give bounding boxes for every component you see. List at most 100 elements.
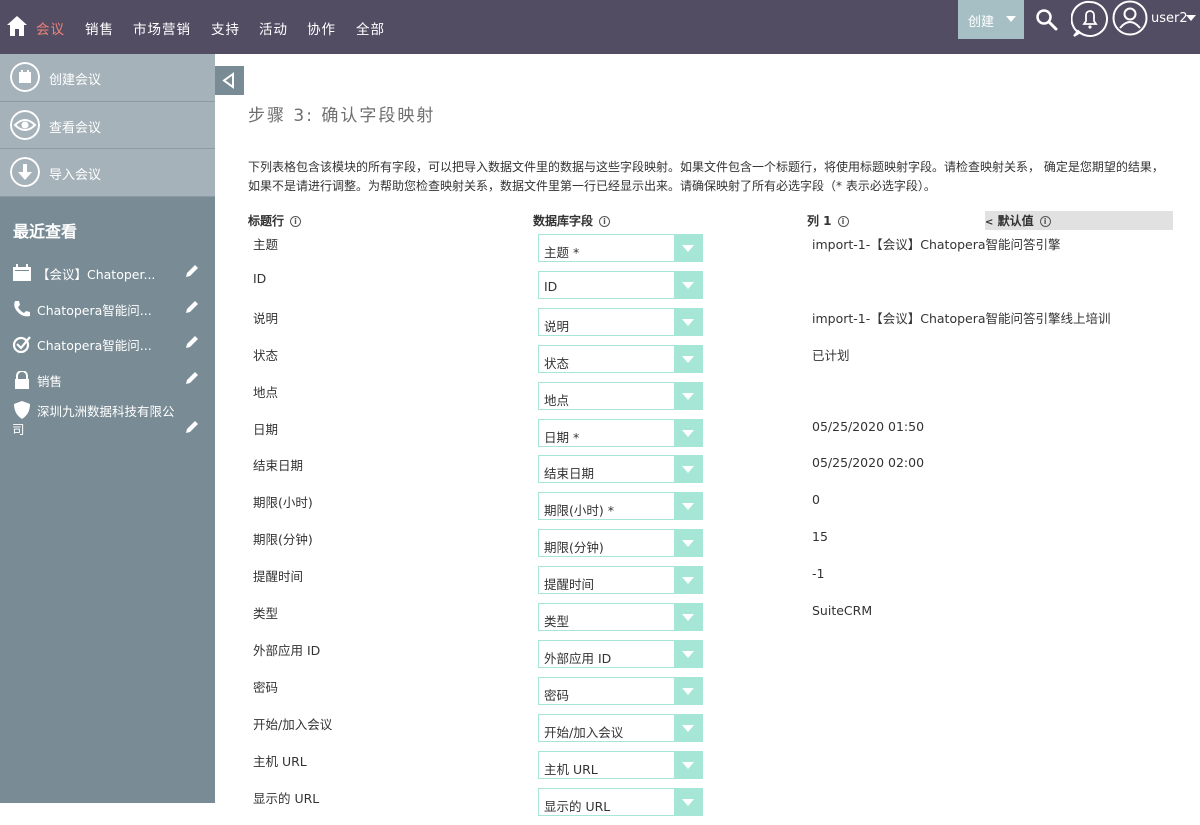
- db-field-select-value: 说明: [544, 318, 570, 334]
- db-field-select[interactable]: 主机 URL: [538, 750, 703, 779]
- column-header-label: 列 1: [807, 214, 832, 228]
- user-avatar-icon[interactable]: [1112, 0, 1148, 36]
- search-icon[interactable]: [1035, 8, 1059, 32]
- chevron-down-icon[interactable]: [674, 567, 702, 594]
- download-icon: [10, 157, 40, 187]
- view-meetings-label: 查看会议: [49, 120, 102, 136]
- user-name[interactable]: user2: [1151, 11, 1188, 26]
- recent-item[interactable]: Chatopera智能问...: [0, 294, 215, 324]
- recent-item[interactable]: 销售: [0, 365, 215, 395]
- chevron-down-icon[interactable]: [674, 419, 702, 446]
- chevron-down-icon[interactable]: [674, 788, 702, 815]
- db-field-select[interactable]: 状态: [538, 344, 703, 373]
- chevron-down-icon[interactable]: [674, 382, 702, 409]
- db-field-select[interactable]: 期限(分钟): [538, 529, 703, 558]
- header-row-label: 期限(分钟): [253, 532, 313, 548]
- chevron-down-icon[interactable]: [674, 751, 702, 778]
- chevron-down-icon[interactable]: [674, 640, 702, 667]
- pencil-icon[interactable]: [184, 334, 200, 350]
- db-field-select[interactable]: 外部应用 ID: [538, 639, 703, 668]
- column-header-label: 标题行: [248, 214, 285, 228]
- chevron-down-icon[interactable]: [674, 493, 702, 520]
- db-field-select[interactable]: 主题 *: [538, 234, 703, 262]
- recent-item[interactable]: Chatopera智能问...: [0, 329, 215, 359]
- collapse-sidebar-button[interactable]: [215, 66, 244, 95]
- nav-item-support[interactable]: 支持: [211, 18, 240, 38]
- chevron-down-icon[interactable]: [1186, 15, 1196, 21]
- header-row-label: 类型: [253, 606, 279, 621]
- pencil-icon[interactable]: [184, 263, 200, 279]
- table-row: 状态 状态 已计划: [215, 344, 1200, 382]
- create-meeting-action[interactable]: 创建会议: [0, 54, 215, 102]
- table-row: 类型 类型 SuiteCRM: [215, 603, 1200, 640]
- db-field-select[interactable]: 期限(小时) *: [538, 492, 703, 521]
- db-field-select[interactable]: 地点: [538, 381, 703, 410]
- info-icon[interactable]: i: [1039, 216, 1051, 227]
- header-row-label: 地点: [253, 384, 279, 400]
- db-field-select[interactable]: 开始/加入会议: [538, 713, 703, 742]
- db-field-select-value: 日期 *: [544, 429, 580, 445]
- import-meetings-action[interactable]: 导入会议: [0, 149, 215, 197]
- chevron-down-icon[interactable]: [674, 604, 702, 630]
- table-row: 密码 密码: [215, 676, 1200, 714]
- db-field-select[interactable]: 类型: [538, 603, 703, 631]
- db-field-select[interactable]: 说明: [538, 307, 703, 336]
- chevron-down-icon[interactable]: [674, 530, 702, 557]
- instructions-text: 下列表格包含该模块的所有字段，可以把导入数据文件里的数据与这些字段映射。如果文件…: [248, 160, 1164, 193]
- chevron-down-icon[interactable]: [674, 308, 702, 335]
- db-field-select-value: 主机 URL: [544, 761, 598, 777]
- table-row: ID ID: [215, 270, 1200, 308]
- import-meetings-label: 导入会议: [49, 168, 102, 183]
- header-row-label: 提醒时间: [253, 569, 304, 585]
- info-icon[interactable]: i: [599, 216, 611, 227]
- info-icon[interactable]: i: [290, 216, 302, 227]
- db-field-select[interactable]: 结束日期: [538, 455, 703, 484]
- db-field-select[interactable]: 提醒时间: [538, 566, 703, 595]
- recent-item[interactable]: 【会议】Chatoper...: [0, 258, 215, 288]
- chevron-down-icon[interactable]: [674, 235, 702, 261]
- info-icon[interactable]: i: [837, 216, 849, 227]
- nav-item-collaboration[interactable]: 协作: [307, 18, 336, 38]
- recent-item[interactable]: 深圳九洲数据科技有限公 司: [0, 395, 215, 439]
- header-row-label: 显示的 URL: [253, 790, 320, 806]
- calendar-icon: [10, 62, 40, 92]
- chevron-down-icon[interactable]: [674, 345, 702, 372]
- chevron-down-icon[interactable]: [674, 271, 702, 298]
- nav-item-marketing[interactable]: 市场营销: [133, 18, 191, 38]
- nav-item-activities[interactable]: 活动: [259, 18, 288, 38]
- home-icon[interactable]: [6, 15, 28, 37]
- create-meeting-label: 创建会议: [49, 73, 102, 88]
- chevron-left-icon[interactable]: <: [985, 217, 993, 228]
- nav-item-sales[interactable]: 销售: [85, 18, 114, 38]
- nav-item-meetings[interactable]: 会议: [36, 18, 65, 38]
- column-header-header-row: 标题行 i: [248, 212, 302, 229]
- db-field-select[interactable]: 密码: [538, 676, 703, 705]
- nav-item-all[interactable]: 全部: [356, 18, 385, 38]
- chevron-down-icon[interactable]: [674, 714, 702, 741]
- pencil-icon[interactable]: [184, 299, 200, 315]
- pencil-icon[interactable]: [184, 370, 200, 386]
- header-row-label: 密码: [253, 679, 279, 695]
- chevron-down-icon[interactable]: [674, 456, 702, 483]
- db-field-select[interactable]: ID: [538, 270, 703, 299]
- table-row: 日期 日期 * 05/25/2020 01:50: [215, 418, 1200, 456]
- calendar-icon: [13, 264, 31, 281]
- sample-value: 15: [812, 529, 828, 545]
- db-field-select-value: 密码: [544, 687, 570, 703]
- main-content: 步骤 3: 确认字段映射 下列表格包含该模块的所有字段，可以把导入数据文件里的数…: [215, 54, 1200, 816]
- recent-item-label: Chatopera智能问...: [37, 303, 152, 318]
- header-row-label: 外部应用 ID: [253, 642, 321, 658]
- notification-bell-icon[interactable]: [1071, 0, 1109, 38]
- recent-item-label-continued: 司: [12, 422, 25, 437]
- table-row: 显示的 URL 显示的 URL: [215, 787, 1200, 825]
- db-field-select[interactable]: 显示的 URL: [538, 787, 703, 816]
- create-button[interactable]: 创建: [958, 0, 1024, 39]
- top-nav-bar: 会议 销售 市场营销 支持 活动 协作 全部 创建 user2: [0, 0, 1200, 54]
- db-field-select-value: ID: [544, 278, 558, 294]
- pencil-icon[interactable]: [184, 419, 200, 435]
- column-header-default-value[interactable]: < 默认值 i: [985, 211, 1173, 230]
- chevron-down-icon[interactable]: [674, 677, 702, 704]
- view-meetings-action[interactable]: 查看会议: [0, 102, 215, 149]
- sample-value: 05/25/2020 01:50: [812, 418, 925, 434]
- db-field-select[interactable]: 日期 *: [538, 418, 703, 447]
